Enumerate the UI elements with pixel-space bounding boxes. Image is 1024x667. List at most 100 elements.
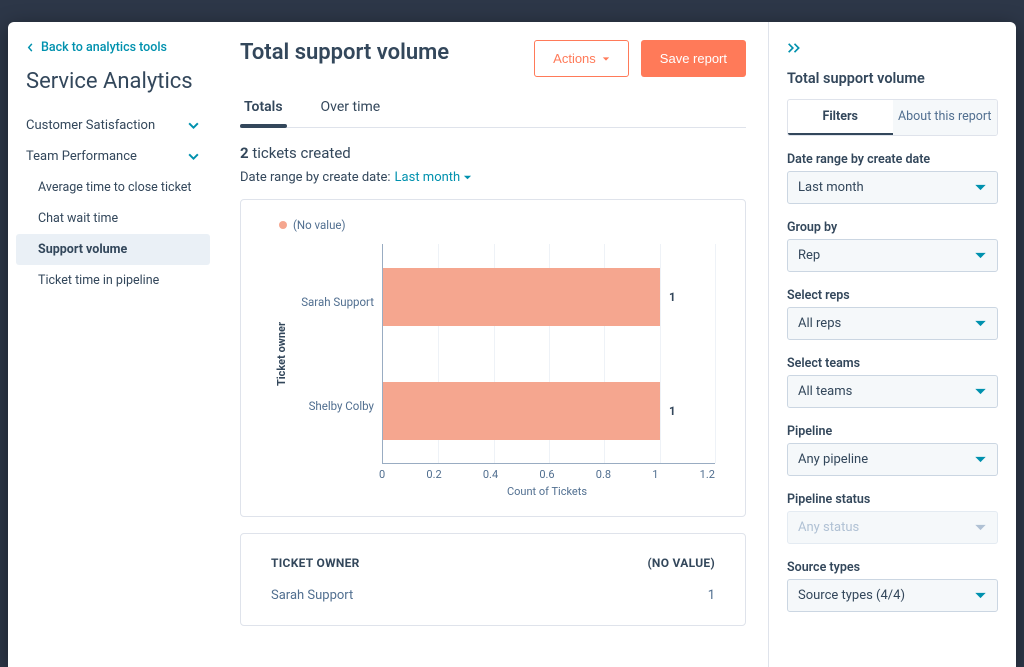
chart-categories: Sarah Support Shelby Colby bbox=[292, 244, 382, 464]
filter-label: Group by bbox=[787, 220, 998, 235]
select-daterange[interactable]: Last month bbox=[787, 171, 998, 204]
select-value: Any pipeline bbox=[798, 452, 868, 467]
select-pipeline-status: Any status bbox=[787, 511, 998, 544]
back-link-label: Back to analytics tools bbox=[41, 40, 167, 55]
filter-label: Pipeline status bbox=[787, 492, 998, 507]
sidebar-section-label: Customer Satisfaction bbox=[26, 118, 155, 133]
caret-down-icon bbox=[974, 385, 987, 398]
select-value: All reps bbox=[798, 316, 841, 331]
daterange-value: Last month bbox=[395, 170, 461, 185]
chart-card: (No value) Ticket owner Sarah Support Sh… bbox=[240, 199, 746, 517]
filter-label: Date range by create date bbox=[787, 152, 998, 167]
select-value: Source types (4/4) bbox=[798, 588, 905, 603]
caret-down-icon bbox=[974, 453, 987, 466]
select-pipeline[interactable]: Any pipeline bbox=[787, 443, 998, 476]
chevron-left-icon bbox=[26, 43, 35, 52]
sidebar-item-ticket-pipeline[interactable]: Ticket time in pipeline bbox=[8, 265, 218, 296]
rp-tab-filters[interactable]: Filters bbox=[788, 100, 893, 135]
collapse-panel-icon[interactable] bbox=[787, 38, 807, 58]
select-reps[interactable]: All reps bbox=[787, 307, 998, 340]
right-panel-tabs: Filters About this report bbox=[787, 99, 998, 136]
sidebar-item-avg-close[interactable]: Average time to close ticket bbox=[8, 172, 218, 203]
legend-dot-icon bbox=[279, 221, 287, 229]
xtick: 0 bbox=[379, 468, 385, 481]
xtick: 0.4 bbox=[483, 468, 498, 481]
xtick: 0.8 bbox=[596, 468, 611, 481]
select-value: Last month bbox=[798, 180, 864, 195]
chart-bar: 1 bbox=[383, 382, 660, 440]
chevron-down-icon bbox=[187, 119, 200, 132]
chart-xlabel: Count of Tickets bbox=[379, 485, 715, 498]
main: Total support volume Actions Save report… bbox=[218, 22, 768, 667]
caret-down-icon bbox=[974, 249, 987, 262]
summary-count: 2 bbox=[240, 144, 249, 162]
chart-ylabel: Ticket owner bbox=[271, 322, 292, 386]
chart-bar-value: 1 bbox=[669, 290, 676, 304]
chart-category: Sarah Support bbox=[296, 295, 374, 309]
sidebar-title: Service Analytics bbox=[8, 69, 218, 110]
table-card: Ticket Owner (No value) Sarah Support 1 bbox=[240, 533, 746, 626]
caret-down-icon bbox=[974, 589, 987, 602]
sidebar-section-label: Team Performance bbox=[26, 149, 137, 164]
summary-line: 2 tickets created bbox=[240, 144, 746, 162]
save-report-label: Save report bbox=[660, 51, 727, 66]
xtick: 0.6 bbox=[539, 468, 554, 481]
filter-label: Select reps bbox=[787, 288, 998, 303]
select-teams[interactable]: All teams bbox=[787, 375, 998, 408]
sidebar-section-team-performance[interactable]: Team Performance bbox=[8, 141, 218, 172]
table-col-owner: Ticket Owner bbox=[271, 556, 360, 570]
daterange-label: Date range by create date: bbox=[240, 170, 391, 185]
filter-label: Pipeline bbox=[787, 424, 998, 439]
sidebar-section-customer-satisfaction[interactable]: Customer Satisfaction bbox=[8, 110, 218, 141]
caret-down-icon bbox=[974, 317, 987, 330]
chevron-down-icon bbox=[187, 150, 200, 163]
select-groupby[interactable]: Rep bbox=[787, 239, 998, 272]
legend-label: (No value) bbox=[293, 218, 346, 232]
chart-plot: 1 1 bbox=[382, 244, 715, 464]
filter-label: Source types bbox=[787, 560, 998, 575]
tab-over-time[interactable]: Over time bbox=[317, 91, 385, 127]
page-title: Total support volume bbox=[240, 40, 449, 65]
sidebar-item-support-volume[interactable]: Support volume bbox=[16, 234, 210, 265]
right-panel: Total support volume Filters About this … bbox=[768, 22, 1016, 667]
header-row: Total support volume Actions Save report bbox=[240, 40, 746, 77]
header-actions: Actions Save report bbox=[534, 40, 746, 77]
select-value: Rep bbox=[798, 248, 820, 263]
chart-body: Ticket owner Sarah Support Shelby Colby … bbox=[271, 244, 715, 464]
actions-button[interactable]: Actions bbox=[534, 40, 629, 77]
caret-down-icon bbox=[463, 173, 472, 182]
xtick: 1.2 bbox=[700, 468, 715, 481]
sidebar-item-chat-wait[interactable]: Chat wait time bbox=[8, 203, 218, 234]
select-source-types[interactable]: Source types (4/4) bbox=[787, 579, 998, 612]
filter-reps: Select reps All reps bbox=[787, 288, 998, 340]
tab-totals[interactable]: Totals bbox=[240, 91, 287, 127]
filter-daterange: Date range by create date Last month bbox=[787, 152, 998, 204]
right-panel-title: Total support volume bbox=[787, 70, 998, 87]
back-link[interactable]: Back to analytics tools bbox=[8, 40, 218, 69]
caret-down-icon bbox=[602, 55, 610, 63]
rp-tab-about[interactable]: About this report bbox=[893, 100, 998, 135]
modal: Back to analytics tools Service Analytic… bbox=[8, 22, 1016, 667]
daterange-value-link[interactable]: Last month bbox=[395, 170, 473, 185]
filter-groupby: Group by Rep bbox=[787, 220, 998, 272]
table-row: Sarah Support 1 bbox=[271, 570, 715, 603]
main-tabs: Totals Over time bbox=[240, 91, 746, 128]
chart-category: Shelby Colby bbox=[296, 399, 374, 413]
caret-down-icon bbox=[974, 181, 987, 194]
filter-pipeline-status: Pipeline status Any status bbox=[787, 492, 998, 544]
select-value: Any status bbox=[798, 520, 859, 535]
chart-xticks: 0 0.2 0.4 0.6 0.8 1 1.2 bbox=[379, 468, 715, 481]
actions-button-label: Actions bbox=[553, 51, 596, 66]
table-cell-owner: Sarah Support bbox=[271, 588, 353, 603]
filter-source-types: Source types Source types (4/4) bbox=[787, 560, 998, 612]
xtick: 0.2 bbox=[426, 468, 441, 481]
save-report-button[interactable]: Save report bbox=[641, 40, 746, 77]
select-value: All teams bbox=[798, 384, 852, 399]
daterange-row: Date range by create date: Last month bbox=[240, 170, 746, 185]
filter-teams: Select teams All teams bbox=[787, 356, 998, 408]
summary-suffix: tickets created bbox=[249, 144, 351, 162]
filter-pipeline: Pipeline Any pipeline bbox=[787, 424, 998, 476]
chart-bar-value: 1 bbox=[669, 404, 676, 418]
table-col-novalue: (No value) bbox=[647, 556, 715, 570]
sidebar: Back to analytics tools Service Analytic… bbox=[8, 22, 218, 667]
